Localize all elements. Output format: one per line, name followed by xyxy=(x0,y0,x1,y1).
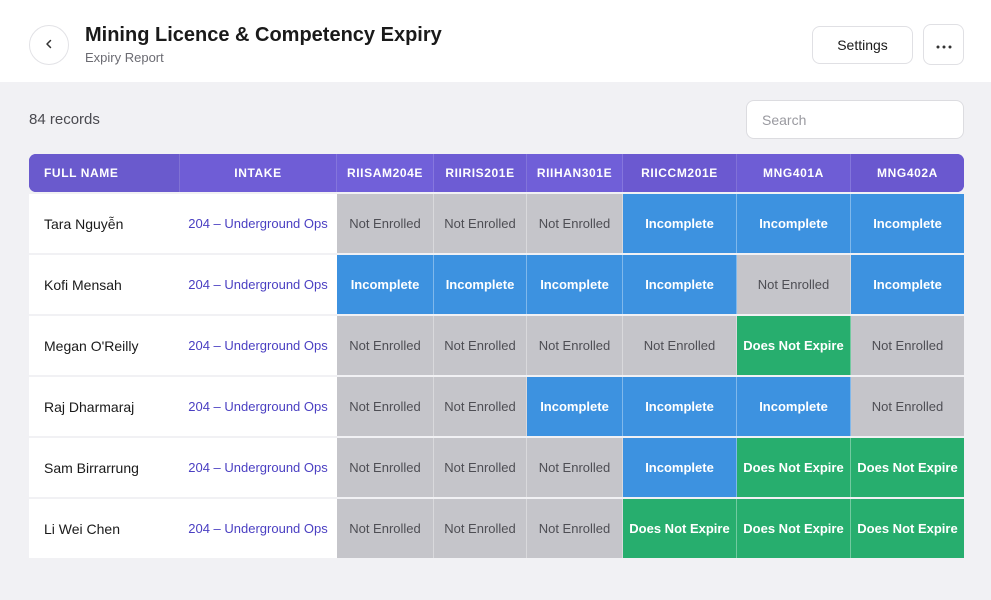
intake-link[interactable]: 204 – Underground Ops xyxy=(180,438,337,497)
page-subtitle: Expiry Report xyxy=(85,50,164,65)
status-cell[interactable]: Incomplete xyxy=(527,255,623,314)
table-header: FULL NAME INTAKE RIISAM204E RIIRIS201E RIIHA… xyxy=(29,154,964,192)
status-cell[interactable]: Incomplete xyxy=(434,255,527,314)
status-cell[interactable]: Does Not Expire xyxy=(737,499,851,558)
status-cell[interactable]: Incomplete xyxy=(737,377,851,436)
full-name-cell: Li Wei Chen xyxy=(29,499,180,558)
more-horizontal-icon xyxy=(936,36,952,53)
page-title: Mining Licence & Competency Expiry xyxy=(85,24,442,46)
status-cell[interactable]: Not Enrolled xyxy=(527,499,623,558)
intake-link[interactable]: 204 – Underground Ops xyxy=(180,499,337,558)
column-header[interactable]: MNG401A xyxy=(737,154,851,192)
full-name-cell: Megan O'Reilly xyxy=(29,316,180,375)
table-row[interactable]: Kofi Mensah 204 – Underground Ops Incomple… xyxy=(29,255,964,314)
table-row[interactable]: Li Wei Chen 204 – Underground Ops Not Enro… xyxy=(29,499,964,558)
status-cell[interactable]: Incomplete xyxy=(737,194,851,253)
status-cell[interactable]: Incomplete xyxy=(851,194,964,253)
back-button[interactable] xyxy=(29,25,69,65)
intake-link[interactable]: 204 – Underground Ops xyxy=(180,316,337,375)
status-cell[interactable]: Incomplete xyxy=(337,255,434,314)
status-cell[interactable]: Not Enrolled xyxy=(434,499,527,558)
search-input[interactable] xyxy=(746,100,964,139)
status-cell[interactable]: Incomplete xyxy=(623,194,737,253)
status-cell[interactable]: Incomplete xyxy=(851,255,964,314)
expiry-table: FULL NAME INTAKE RIISAM204E RIIRIS201E RIIHA… xyxy=(29,154,964,558)
status-cell[interactable]: Not Enrolled xyxy=(337,377,434,436)
table-row[interactable]: Sam Birrarrung 204 – Underground Ops Not E… xyxy=(29,438,964,497)
status-cell[interactable]: Not Enrolled xyxy=(434,316,527,375)
full-name-cell: Raj Dharmaraj xyxy=(29,377,180,436)
column-header[interactable]: RIISAM204E xyxy=(337,154,434,192)
status-cell[interactable]: Not Enrolled xyxy=(337,316,434,375)
status-cell[interactable]: Incomplete xyxy=(623,438,737,497)
status-cell[interactable]: Not Enrolled xyxy=(851,377,964,436)
intake-link[interactable]: 204 – Underground Ops xyxy=(180,255,337,314)
status-cell[interactable]: Not Enrolled xyxy=(851,316,964,375)
record-count: 84 records xyxy=(29,111,100,128)
status-cell[interactable]: Not Enrolled xyxy=(527,316,623,375)
status-cell[interactable]: Does Not Expire xyxy=(623,499,737,558)
chevron-left-icon xyxy=(43,37,55,53)
status-cell[interactable]: Not Enrolled xyxy=(337,438,434,497)
status-cell[interactable]: Not Enrolled xyxy=(527,194,623,253)
table-row[interactable]: Raj Dharmaraj 204 – Underground Ops Not En… xyxy=(29,377,964,436)
status-cell[interactable]: Not Enrolled xyxy=(737,255,851,314)
table-row[interactable]: Megan O'Reilly 204 – Underground Ops Not E… xyxy=(29,316,964,375)
status-cell[interactable]: Not Enrolled xyxy=(434,377,527,436)
status-cell[interactable]: Incomplete xyxy=(623,255,737,314)
column-header[interactable]: RIICCM201E xyxy=(623,154,737,192)
full-name-cell: Sam Birrarrung xyxy=(29,438,180,497)
column-header[interactable]: RIIRIS201E xyxy=(434,154,527,192)
status-cell[interactable]: Not Enrolled xyxy=(527,438,623,497)
column-header[interactable]: MNG402A xyxy=(851,154,964,192)
status-cell[interactable]: Incomplete xyxy=(527,377,623,436)
status-cell[interactable]: Does Not Expire xyxy=(737,438,851,497)
intake-link[interactable]: 204 – Underground Ops xyxy=(180,194,337,253)
full-name-cell: Tara Nguyễn xyxy=(29,194,180,253)
status-cell[interactable]: Incomplete xyxy=(623,377,737,436)
status-cell[interactable]: Not Enrolled xyxy=(434,194,527,253)
column-header[interactable]: RIIHAN301E xyxy=(527,154,623,192)
page-header: Mining Licence & Competency Expiry Expir… xyxy=(0,0,991,82)
settings-button[interactable]: Settings xyxy=(812,26,913,64)
status-cell[interactable]: Not Enrolled xyxy=(337,499,434,558)
status-cell[interactable]: Does Not Expire xyxy=(851,438,964,497)
status-cell[interactable]: Does Not Expire xyxy=(737,316,851,375)
status-cell[interactable]: Not Enrolled xyxy=(337,194,434,253)
more-options-button[interactable] xyxy=(923,24,964,65)
intake-link[interactable]: 204 – Underground Ops xyxy=(180,377,337,436)
column-header[interactable]: FULL NAME xyxy=(29,154,180,192)
status-cell[interactable]: Does Not Expire xyxy=(851,499,964,558)
status-cell[interactable]: Not Enrolled xyxy=(434,438,527,497)
column-header[interactable]: INTAKE xyxy=(180,154,337,192)
table-row[interactable]: Tara Nguyễn 204 – Underground Ops Not Enro… xyxy=(29,194,964,253)
full-name-cell: Kofi Mensah xyxy=(29,255,180,314)
status-cell[interactable]: Not Enrolled xyxy=(623,316,737,375)
